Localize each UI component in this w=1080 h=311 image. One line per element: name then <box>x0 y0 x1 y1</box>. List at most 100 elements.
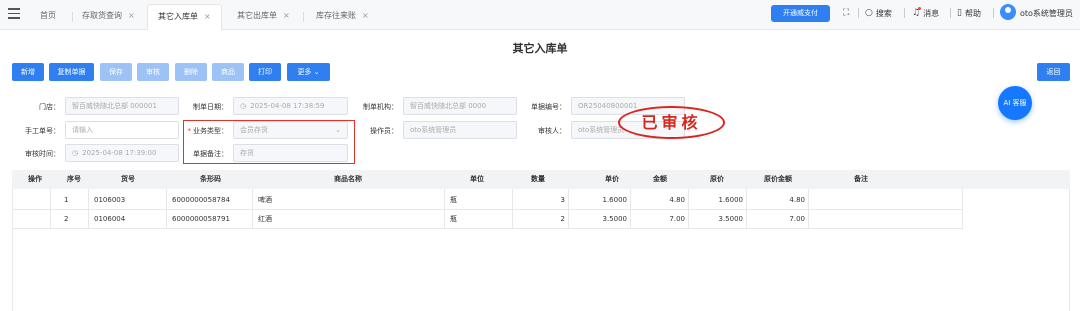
user-name-label: oto系统管理员 <box>1020 8 1073 18</box>
search-button[interactable]: ○ 搜索 <box>865 6 892 20</box>
tab-stock-query[interactable]: 存取货查询 × <box>72 4 145 30</box>
col-header: 原价 <box>710 175 724 183</box>
more-label: 更多 <box>297 68 312 76</box>
audit-button[interactable]: 审核 <box>137 63 169 81</box>
column-divider <box>962 189 963 229</box>
back-button[interactable]: 返回 <box>1037 63 1070 81</box>
close-icon[interactable]: × <box>283 11 290 20</box>
tab-divider <box>303 12 304 22</box>
ai-service-button[interactable]: AI 客服 <box>998 86 1032 120</box>
col-header: 数量 <box>531 175 545 183</box>
more-button[interactable]: 更多 ⌄ <box>287 63 330 81</box>
help-label: 帮助 <box>964 8 981 18</box>
table-row[interactable]: 2 0106004 6000000058791 红酒 瓶 2 3.5000 7.… <box>12 210 962 229</box>
column-divider <box>568 189 569 229</box>
cell-barcode: 6000000058784 <box>172 196 230 204</box>
col-header: 操作 <box>28 175 42 183</box>
messages-button[interactable]: ♫ 消息 <box>912 6 939 20</box>
cell-code: 0106004 <box>94 215 126 223</box>
column-divider <box>444 189 445 229</box>
manual-no-input[interactable]: 请输入 <box>65 121 179 139</box>
cell-orig-price: 3.5000 <box>718 215 744 223</box>
tab-other-inbound[interactable]: 其它入库单 × <box>147 4 222 30</box>
page-title: 其它入库单 <box>512 42 568 55</box>
manual-no-label: 手工单号： <box>25 127 60 135</box>
divider <box>904 8 905 18</box>
org-label: 制单机构： <box>363 103 398 111</box>
cell-name: 啤酒 <box>258 196 272 204</box>
audit-time-field[interactable]: ◷ 2025-04-08 17:39:00 <box>65 144 179 162</box>
clock-icon: ◷ <box>72 149 79 157</box>
column-divider <box>50 189 51 229</box>
book-icon: ▯ <box>957 8 962 18</box>
billno-label: 单据编号： <box>531 103 566 111</box>
cell-unit: 瓶 <box>450 215 457 223</box>
cell-amount: 7.00 <box>669 215 685 223</box>
search-label: 搜索 <box>875 8 892 18</box>
tab-label: 首页 <box>40 11 56 20</box>
date-value: 2025-04-08 17:38:59 <box>250 102 325 110</box>
table-row[interactable]: 1 0106003 6000000058784 啤酒 瓶 3 1.6000 4.… <box>12 191 962 210</box>
user-name[interactable]: oto系统管理员 <box>1020 6 1073 20</box>
cell-amount: 4.80 <box>669 196 685 204</box>
divider <box>993 8 994 18</box>
divider <box>858 8 859 18</box>
close-icon[interactable]: × <box>204 12 211 21</box>
cell-code: 0106003 <box>94 196 126 204</box>
clock-icon: ◷ <box>240 102 247 110</box>
cell-orig-amount: 7.00 <box>789 215 805 223</box>
column-divider <box>166 189 167 229</box>
cell-unit: 瓶 <box>450 196 457 204</box>
open-payment-button[interactable]: 开通威支付 <box>771 5 830 22</box>
tab-label: 库存往来账 <box>316 11 356 20</box>
auditor-label: 审核人： <box>538 127 566 135</box>
date-label: 制单日期： <box>193 103 228 111</box>
menu-fold-icon[interactable] <box>8 8 20 19</box>
col-header: 单位 <box>470 175 484 183</box>
cell-price: 3.5000 <box>602 215 628 223</box>
column-divider <box>630 189 631 229</box>
tab-home[interactable]: 首页 <box>30 4 66 30</box>
column-divider <box>252 189 253 229</box>
close-icon[interactable]: × <box>362 11 369 20</box>
divider <box>950 8 951 18</box>
new-button[interactable]: 新增 <box>12 63 44 81</box>
audit-time-label: 审核时间： <box>25 150 60 158</box>
cell-price: 1.6000 <box>602 196 628 204</box>
col-header: 货号 <box>121 175 135 183</box>
cell-orig-amount: 4.80 <box>789 196 805 204</box>
operator-field[interactable]: oto系统管理员 <box>403 121 517 139</box>
cell-qty: 2 <box>560 215 565 223</box>
save-button[interactable]: 保存 <box>100 63 132 81</box>
org-field[interactable]: 智百威快随北总部 0000 <box>403 97 517 115</box>
close-icon[interactable]: × <box>128 11 135 20</box>
goods-button[interactable]: 商品 <box>212 63 244 81</box>
date-field[interactable]: ◷ 2025-04-08 17:38:59 <box>233 97 348 115</box>
table-header: 操作 序号 货号 条形码 商品名称 单位 数量 单价 金额 原价 原价金额 备注 <box>12 170 1070 189</box>
avatar[interactable] <box>1000 4 1016 20</box>
tab-label: 其它入库单 <box>158 12 198 21</box>
chevron-down-icon: ⌄ <box>313 68 320 76</box>
column-divider <box>88 189 89 229</box>
store-label: 门店： <box>39 103 60 111</box>
cell-barcode: 6000000058791 <box>172 215 230 223</box>
col-header: 条形码 <box>200 175 221 183</box>
tab-bar: 首页 存取货查询 × 其它入库单 × 其它出库单 × 库存往来账 × 开通威支付 ⛶ ○… <box>0 0 1080 30</box>
highlight-annotation <box>183 120 355 164</box>
cell-seq: 2 <box>64 215 69 223</box>
notification-dot <box>918 7 921 10</box>
col-header: 备注 <box>854 175 868 183</box>
copy-bill-button[interactable]: 复制单据 <box>49 63 94 81</box>
delete-button[interactable]: 删除 <box>175 63 207 81</box>
tab-inventory-ledger[interactable]: 库存往来账 × <box>306 4 379 30</box>
tab-label: 存取货查询 <box>82 11 122 20</box>
audited-stamp: 已审核 <box>618 106 725 139</box>
tab-other-outbound[interactable]: 其它出库单 × <box>227 4 300 30</box>
store-field[interactable]: 智百威快随北总部 000001 <box>65 97 179 115</box>
search-icon: ○ <box>865 8 873 18</box>
help-button[interactable]: ▯ 帮助 <box>957 6 981 20</box>
print-button[interactable]: 打印 <box>249 63 281 81</box>
col-header: 金额 <box>653 175 667 183</box>
column-divider <box>746 189 747 229</box>
fullscreen-icon[interactable]: ⛶ <box>843 6 852 20</box>
